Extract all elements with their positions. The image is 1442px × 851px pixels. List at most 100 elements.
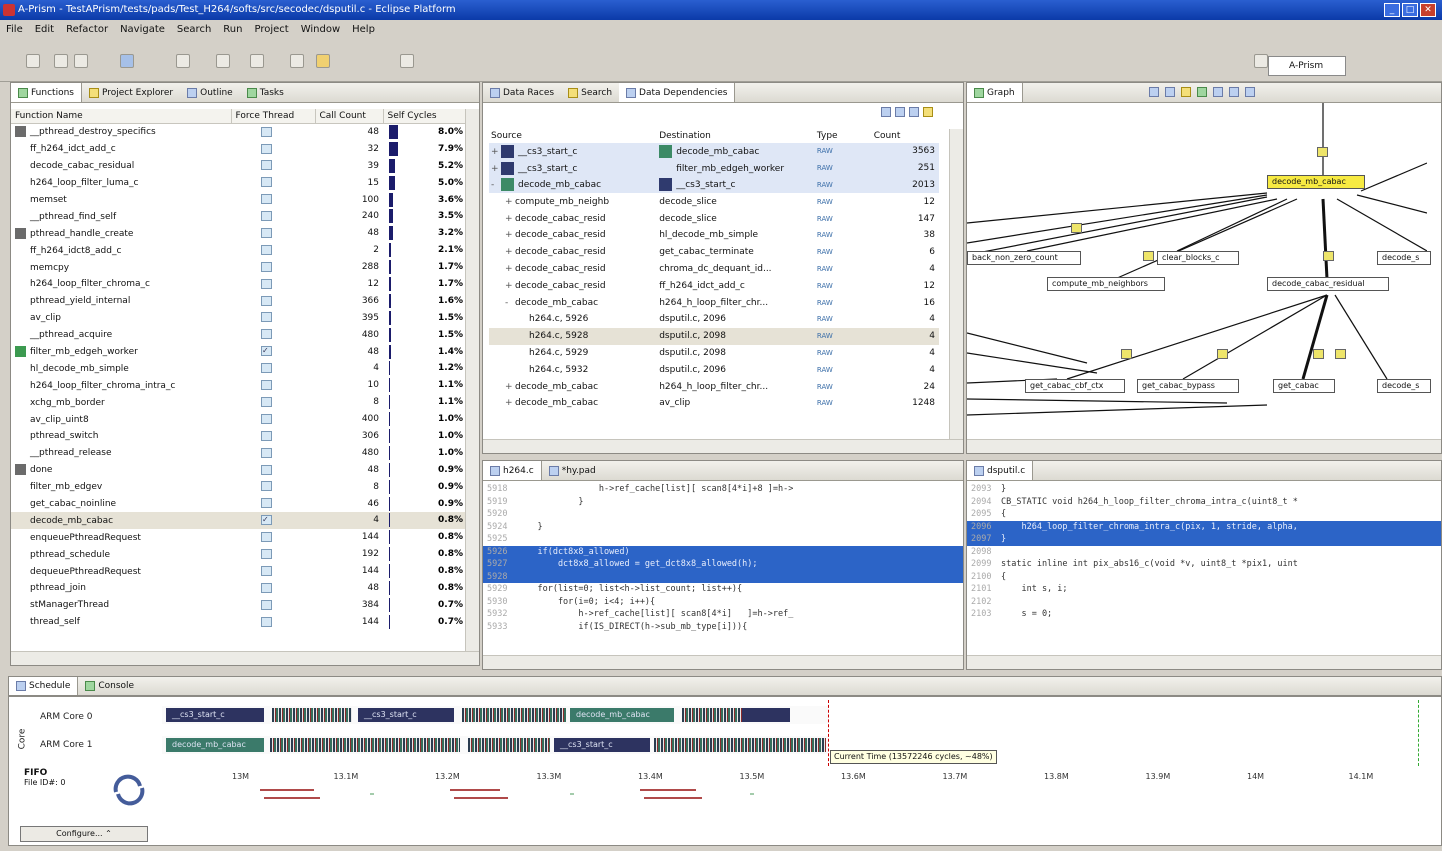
tab-project-explorer[interactable]: Project Explorer	[82, 83, 180, 102]
expand-toggle-icon[interactable]: +	[505, 197, 515, 207]
tab-search[interactable]: Search	[561, 83, 619, 102]
column-header[interactable]: Count	[872, 129, 939, 143]
table-row[interactable]: filter_mb_edgev 8 0.9%	[11, 478, 467, 495]
graph-node[interactable]: compute_mb_neighbors	[1047, 277, 1165, 291]
tab-data-dependencies[interactable]: Data Dependencies	[619, 83, 736, 102]
column-header[interactable]: Force Thread	[231, 109, 316, 124]
next-annotation-icon[interactable]	[216, 54, 230, 68]
graph-node[interactable]: get_cabac_cbf_ctx	[1025, 379, 1125, 393]
functions-horizontal-scrollbar[interactable]	[11, 651, 479, 665]
menu-item-navigate[interactable]: Navigate	[120, 20, 165, 40]
h264-horizontal-scrollbar[interactable]	[483, 655, 963, 669]
column-header[interactable]: Call Count	[315, 109, 384, 124]
expand-toggle-icon[interactable]: -	[491, 180, 501, 190]
previous-annotation-icon[interactable]	[250, 54, 264, 68]
graph-horizontal-scrollbar[interactable]	[967, 439, 1441, 453]
table-row[interactable]: hl_decode_mb_simple 4 1.2%	[11, 360, 467, 377]
filter-icon[interactable]	[909, 107, 919, 117]
schedule-segment[interactable]: __cs3_start_c	[554, 738, 650, 752]
expand-toggle-icon[interactable]: +	[505, 230, 515, 240]
functions-vertical-scrollbar[interactable]	[465, 109, 479, 651]
force-thread-checkbox[interactable]	[261, 548, 272, 559]
layout-icon[interactable]	[1181, 87, 1191, 97]
collapse-all-icon[interactable]	[895, 107, 905, 117]
move-icon[interactable]	[1165, 87, 1175, 97]
refresh-icon[interactable]	[1197, 87, 1207, 97]
current-time-cursor[interactable]	[828, 700, 829, 766]
graph-node[interactable]: decode_s	[1377, 379, 1431, 393]
tab-outline[interactable]: Outline	[180, 83, 240, 102]
table-row[interactable]: + compute_mb_neighb decode_slice RAW 12	[489, 193, 939, 210]
tab-graph[interactable]: Graph	[967, 83, 1023, 102]
schedule-segment[interactable]: __cs3_start_c	[358, 708, 454, 722]
table-row[interactable]: stManagerThread 384 0.7%	[11, 596, 467, 613]
table-row[interactable]: done 48 0.9%	[11, 461, 467, 478]
table-row[interactable]: get_cabac_noinline 46 0.9%	[11, 495, 467, 512]
schedule-segment-stripes[interactable]	[468, 738, 550, 752]
expand-toggle-icon[interactable]: +	[491, 164, 501, 174]
schedule-segment-idle[interactable]	[742, 708, 790, 722]
force-thread-checkbox[interactable]	[261, 481, 272, 492]
table-row[interactable]: h264_loop_filter_chroma_intra_c 10 1.1%	[11, 377, 467, 394]
expand-toggle-icon[interactable]: +	[505, 214, 515, 224]
table-row[interactable]: pthread_switch 306 1.0%	[11, 428, 467, 445]
force-thread-checkbox[interactable]	[261, 244, 272, 255]
table-row[interactable]: decode_mb_cabac ✓ 4 0.8%	[11, 511, 467, 529]
minimize-button[interactable]: _	[1384, 3, 1400, 17]
schedule-segment[interactable]: decode_mb_cabac	[166, 738, 264, 752]
table-row[interactable]: + decode_cabac_resid hl_decode_mb_simple RA…	[489, 227, 939, 244]
tab-data-races[interactable]: Data Races	[483, 83, 561, 102]
table-row[interactable]: __pthread_release 480 1.0%	[11, 444, 467, 461]
force-thread-checkbox[interactable]	[261, 278, 272, 289]
table-row[interactable]: + __cs3_start_c decode_mb_cabac RAW 3563	[489, 143, 939, 160]
table-row[interactable]: ff_h264_idct8_add_c 2 2.1%	[11, 242, 467, 259]
table-row[interactable]: + decode_cabac_resid get_cabac_terminate RA…	[489, 244, 939, 261]
expand-toggle-icon[interactable]: -	[505, 298, 515, 308]
table-row[interactable]: - decode_mb_cabac h264_h_loop_filter_chr..…	[489, 294, 939, 311]
schedule-segment-stripes[interactable]	[270, 738, 460, 752]
graph-node[interactable]: get_cabac	[1273, 379, 1335, 393]
tab-tasks[interactable]: Tasks	[240, 83, 291, 102]
new-icon[interactable]	[26, 54, 40, 68]
force-thread-checkbox[interactable]	[261, 160, 272, 171]
table-row[interactable]: + decode_cabac_resid ff_h264_idct_add_c RAW…	[489, 277, 939, 294]
tab-dsputil-c[interactable]: dsputil.c	[967, 461, 1034, 480]
table-row[interactable]: pthread_join 48 0.8%	[11, 580, 467, 597]
graph-node[interactable]: decode_s	[1377, 251, 1431, 265]
menu-item-edit[interactable]: Edit	[35, 20, 54, 40]
table-row[interactable]: dequeuePthreadRequest 144 0.8%	[11, 563, 467, 580]
print-icon[interactable]	[74, 54, 88, 68]
force-thread-checkbox[interactable]	[261, 447, 272, 458]
menu-item-file[interactable]: File	[6, 20, 23, 40]
pin-icon[interactable]	[400, 54, 414, 68]
table-row[interactable]: + decode_cabac_resid decode_slice RAW 147	[489, 210, 939, 227]
schedule-segment-stripes[interactable]	[654, 738, 826, 752]
table-row[interactable]: av_clip 395 1.5%	[11, 309, 467, 326]
dsputil-horizontal-scrollbar[interactable]	[967, 655, 1441, 669]
expand-all-icon[interactable]	[881, 107, 891, 117]
table-row[interactable]: - decode_mb_cabac __cs3_start_c RAW 2013	[489, 176, 939, 194]
table-row[interactable]: pthread_handle_create 48 3.2%	[11, 225, 467, 242]
column-header[interactable]: Destination	[657, 129, 815, 143]
column-header[interactable]: Source	[489, 129, 657, 143]
force-thread-checkbox[interactable]	[261, 228, 272, 239]
graph-node[interactable]: get_cabac_bypass	[1137, 379, 1239, 393]
schedule-segment[interactable]: decode_mb_cabac	[570, 708, 674, 722]
force-thread-checkbox[interactable]	[261, 126, 272, 137]
force-thread-checkbox[interactable]	[261, 261, 272, 272]
table-row[interactable]: h264_loop_filter_chroma_c 12 1.7%	[11, 276, 467, 293]
menu-item-refactor[interactable]: Refactor	[66, 20, 108, 40]
column-header[interactable]: Self Cycles	[383, 109, 468, 124]
force-thread-checkbox[interactable]: ✓	[261, 515, 272, 526]
table-row[interactable]: + __cs3_start_c filter_mb_edgeh_worker RAW 2…	[489, 159, 939, 177]
expand-toggle-icon[interactable]: +	[505, 247, 515, 257]
table-row[interactable]: + decode_mb_cabac h264_h_loop_filter_chr..…	[489, 378, 939, 395]
open-perspective-icon[interactable]	[1254, 54, 1268, 68]
table-row[interactable]: + decode_mb_cabac av_clip RAW 1248	[489, 395, 939, 412]
table-row[interactable]: __pthread_acquire 480 1.5%	[11, 326, 467, 343]
force-thread-checkbox[interactable]: ✓	[261, 346, 272, 357]
table-row[interactable]: h264.c, 5932 dsputil.c, 2096 RAW 4	[489, 361, 939, 378]
force-thread-checkbox[interactable]	[261, 363, 272, 374]
force-thread-checkbox[interactable]	[261, 177, 272, 188]
schedule-segment-stripes[interactable]	[272, 708, 352, 722]
